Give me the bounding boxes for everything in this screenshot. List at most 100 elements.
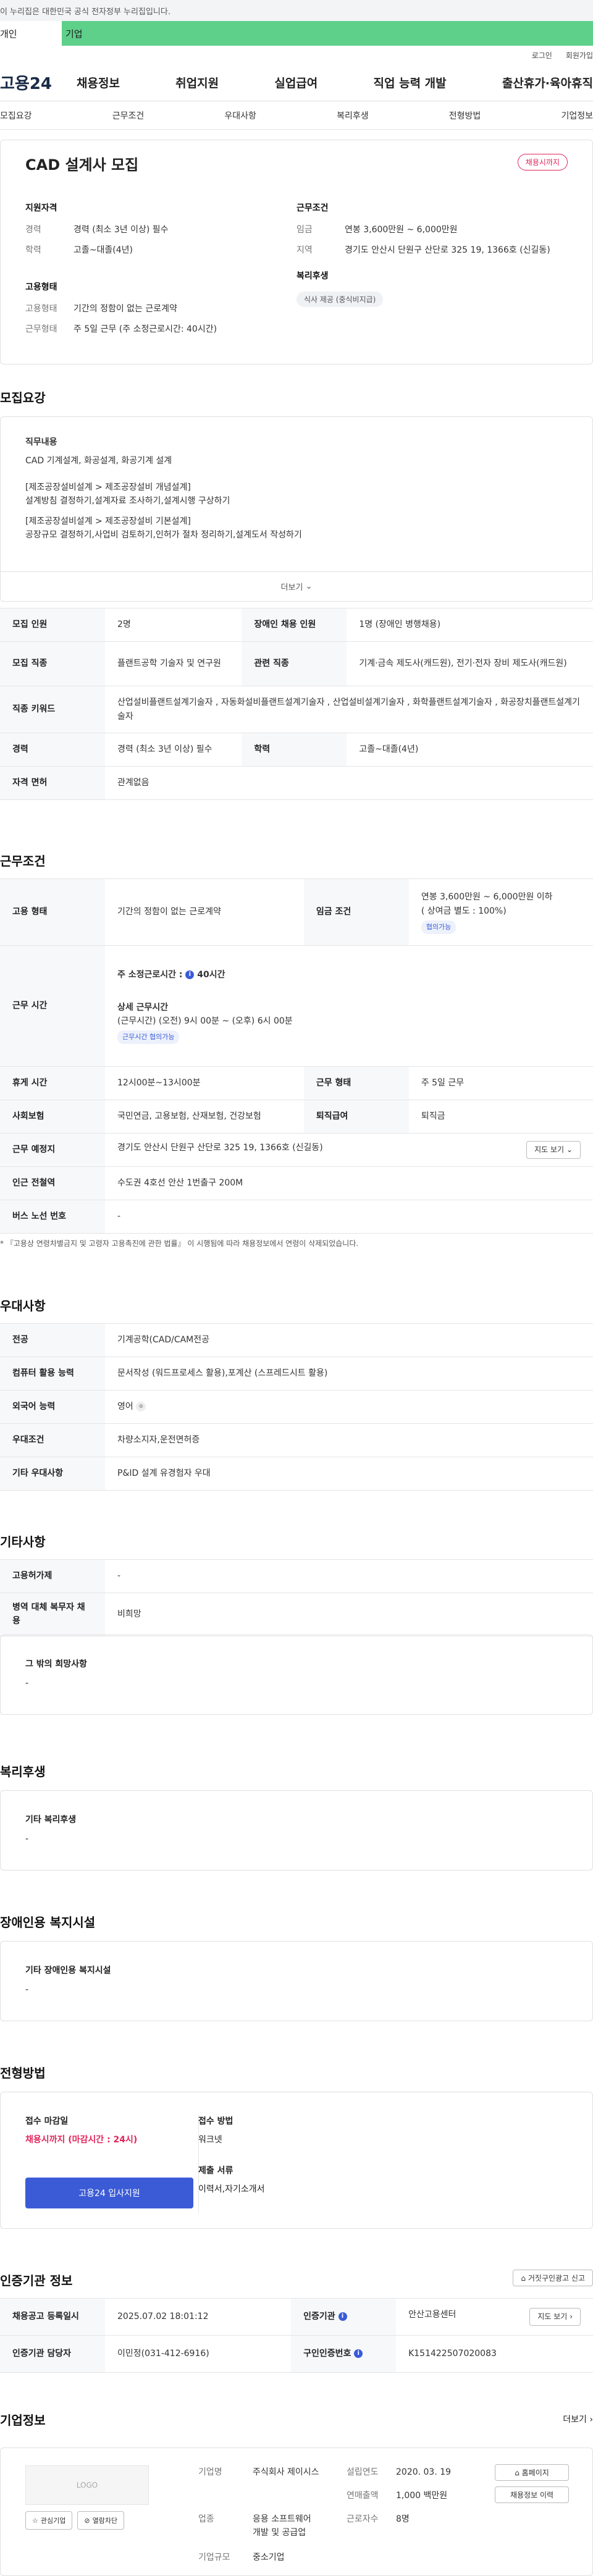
pc-label: 컴퓨터 활용 능력 (0, 1357, 105, 1391)
gnb-leave[interactable]: 출산휴가·육아휴직 (502, 74, 593, 91)
map-button[interactable]: 지도 보기 ⌄ (526, 1141, 581, 1160)
tab-business[interactable]: 기업 (62, 21, 593, 46)
section-company-title: 기업정보 (0, 2413, 46, 2428)
retire-label: 퇴직급여 (303, 1100, 409, 1134)
table-row: 모집 직종 플랜트공학 기술자 및 연구원 관련 직종 기계·금속 제도사(캐드… (0, 641, 593, 686)
subtab-welfare[interactable]: 복리후생 (337, 109, 369, 122)
weekly-hours-label: 주 소정근로시간 : (117, 970, 183, 980)
emp-type-value: 기간의 정함이 없는 근로계약 (74, 304, 177, 314)
report-button-label: 거짓구인광고 신고 (528, 2274, 585, 2283)
gov-notice-bar: 이 누리집은 대한민국 공식 전자정부 누리집입니다. (0, 0, 593, 21)
chevron-right-icon: › (570, 2312, 573, 2321)
address-label: 근무 예정지 (0, 1132, 105, 1168)
count-label: 모집 인원 (0, 608, 105, 642)
signup-link[interactable]: 회원가입 (566, 50, 593, 61)
gnb-training[interactable]: 직업 능력 개발 (374, 74, 447, 91)
level-icon[interactable]: ⊕ (136, 1402, 146, 1412)
table-row: 병역 대체 복무자 채용 비희망 (0, 1593, 593, 1636)
duty-line: CAD 기계설계, 화공설계, 화공기계 설계 (25, 456, 172, 466)
deadline-value: 채용시까지 (마감시간 : 24시) (25, 2135, 138, 2145)
table-row: 경력 경력 (최소 3년 이상) 필수 학력 고졸~대졸(4년) (0, 733, 593, 767)
hours-label: 근무 시간 (0, 945, 105, 1067)
table-row: 직종 키워드 산업설비플랜트설계기술자 , 자동화설비플랜트설계기술자 , 산업… (0, 686, 593, 733)
subtab-company[interactable]: 기업정보 (561, 109, 593, 122)
subtab-apply[interactable]: 전형방법 (449, 109, 481, 122)
section-recruit-title: 모집요강 (0, 390, 46, 405)
login-link[interactable]: 로그인 (532, 50, 552, 61)
homepage-button[interactable]: ⌂ 홈페이지 (495, 2464, 569, 2481)
table-row: 모집 인원 2명 장애인 채용 인원 1명 (장애인 병행채용) (0, 608, 593, 642)
home-icon: ⌂ (515, 2469, 519, 2477)
disabled-count-value: 1명 (장애인 병행채용) (347, 608, 593, 642)
table-row: 근무 예정지 경기도 안산시 단원구 산단로 325 19, 1366호 (신길… (0, 1132, 593, 1168)
agency-map-button[interactable]: 지도 보기 › (529, 2307, 581, 2326)
company-card: LOGO ☆ 관심기업 ⊘ 열람차단 기업명 주식회사 제이시스 업종 응용 소프트웨어… (0, 2448, 593, 2576)
table-row: 인증기관 담당자 이민정(031-412-6916) 구인인증번호 i K151… (0, 2335, 593, 2373)
manager-label: 인증기관 담당자 (0, 2335, 105, 2373)
duty-box: 직무내용 CAD 기계설계, 화공설계, 화공기계 설계 [제조공장설비설계 >… (0, 416, 593, 602)
report-button[interactable]: ⌂ 거짓구인광고 신고 (513, 2270, 593, 2286)
insurance-label: 사회보험 (0, 1100, 105, 1134)
company-more-link[interactable]: 더보기 › (563, 2413, 593, 2425)
gnb-jobs[interactable]: 채용정보 (77, 74, 120, 91)
gnb-support[interactable]: 취업지원 (175, 74, 219, 91)
cert-num-label-cell: 구인인증번호 i (291, 2335, 397, 2373)
welfare-heading: 기타 복리후생 (25, 1815, 77, 1825)
sales-value: 1,000 백만원 (396, 2491, 448, 2501)
table-row: 컴퓨터 활용 능력 문서작성 (워드프로세스 활용),포계산 (스프레드시트 활… (0, 1357, 593, 1391)
tab-person[interactable]: 개인 (0, 21, 62, 46)
favorite-label: 관심기업 (40, 2517, 66, 2525)
sales-label: 연매출액 (347, 2491, 379, 2501)
docs-heading: 제출 서류 (198, 2166, 233, 2176)
table-row: 채용공고 등록일시 2025.07.02 18:01:12 인증기관 i 안산고… (0, 2298, 593, 2336)
job-history-button[interactable]: 채용정보 이력 (495, 2486, 569, 2503)
subtab-preference[interactable]: 우대사항 (224, 109, 256, 122)
related-value: 기계·금속 제도사(캐드원), 전기·전자 장비 제도사(캐드원) (347, 641, 593, 686)
hours-detail: (근무시간) (오전) 9시 00분 ~ (오후) 6시 00분 (117, 1016, 293, 1026)
subtab-conditions[interactable]: 근무조건 (112, 109, 145, 122)
table-row: 자격 면허 관계없음 (0, 766, 593, 800)
other-table: 고용허가제 - 병역 대체 복무자 채용 비희망 (0, 1559, 593, 1636)
section-welfare-title: 복리후생 (0, 1764, 46, 1779)
reg-label: 채용공고 등록일시 (0, 2298, 105, 2336)
agency-cell: 안산고용센터 지도 보기 › (396, 2298, 593, 2336)
military-value: 비희망 (105, 1593, 593, 1636)
wage-range: 연봉 3,600만원 ~ 6,000만원 이하 (421, 892, 553, 903)
method-heading: 접수 방법 (198, 2116, 233, 2126)
job-title: CAD 설계사 모집 (25, 156, 139, 174)
related-label: 관련 직종 (242, 641, 347, 686)
career-label: 경력 (25, 225, 41, 235)
cert-num-value: K151422507020083 (396, 2335, 593, 2373)
chevron-down-icon: ⌄ (566, 1145, 573, 1154)
bus-label: 버스 노선 번호 (0, 1200, 105, 1234)
block-company-button[interactable]: ⊘ 열람차단 (77, 2511, 125, 2530)
apply-button[interactable]: 고용24 입사지원 (25, 2178, 193, 2208)
duty-heading: 직무내용 (25, 437, 57, 447)
duty-more-button[interactable]: 더보기 ⌄ (1, 571, 592, 601)
info-icon[interactable]: i (185, 970, 195, 980)
edu-value: 고졸~대졸(4년) (347, 733, 593, 767)
company-more-label: 더보기 (563, 2415, 587, 2425)
table-row: 전공 기계공학(CAD/CAM전공 (0, 1323, 593, 1357)
region-label: 지역 (296, 245, 313, 255)
permit-label: 고용허가제 (0, 1559, 105, 1593)
subtab-recruit[interactable]: 모집요강 (0, 109, 32, 122)
career-value: 경력 (최소 3년 이상) 필수 (74, 225, 169, 235)
info-icon[interactable]: i (338, 2312, 347, 2321)
major-label: 전공 (0, 1323, 105, 1357)
welfare-chip: 식사 제공 (중식비지급) (296, 292, 384, 307)
edu-label: 학력 (242, 733, 347, 767)
welfare-box: 기타 복리후생 - (0, 1790, 593, 1871)
gnb-benefit[interactable]: 실업급여 (274, 74, 318, 91)
keyword-label: 직종 키워드 (0, 686, 105, 733)
detail-subtabs: 모집요강 근무조건 우대사항 복리후생 전형방법 기업정보 (0, 101, 593, 130)
table-row: 휴게 시간 12시00분~13시00분 근무 형태 주 5일 근무 (0, 1066, 593, 1100)
favorite-company-button[interactable]: ☆ 관심기업 (25, 2511, 73, 2530)
site-logo[interactable]: 고용24 (0, 71, 77, 94)
size-label: 기업규모 (198, 2553, 230, 2562)
table-row: 고용 형태 기간의 정함이 없는 근로계약 임금 조건 연봉 3,600만원 ~… (0, 878, 593, 946)
manager-value: 이민정(031-412-6916) (105, 2335, 292, 2373)
hours-cell: 주 소정근로시간 : i 40시간 상세 근무시간 (근무시간) (오전) 9시… (105, 945, 593, 1067)
table-row: 고용허가제 - (0, 1559, 593, 1593)
info-icon[interactable]: i (354, 2349, 363, 2359)
